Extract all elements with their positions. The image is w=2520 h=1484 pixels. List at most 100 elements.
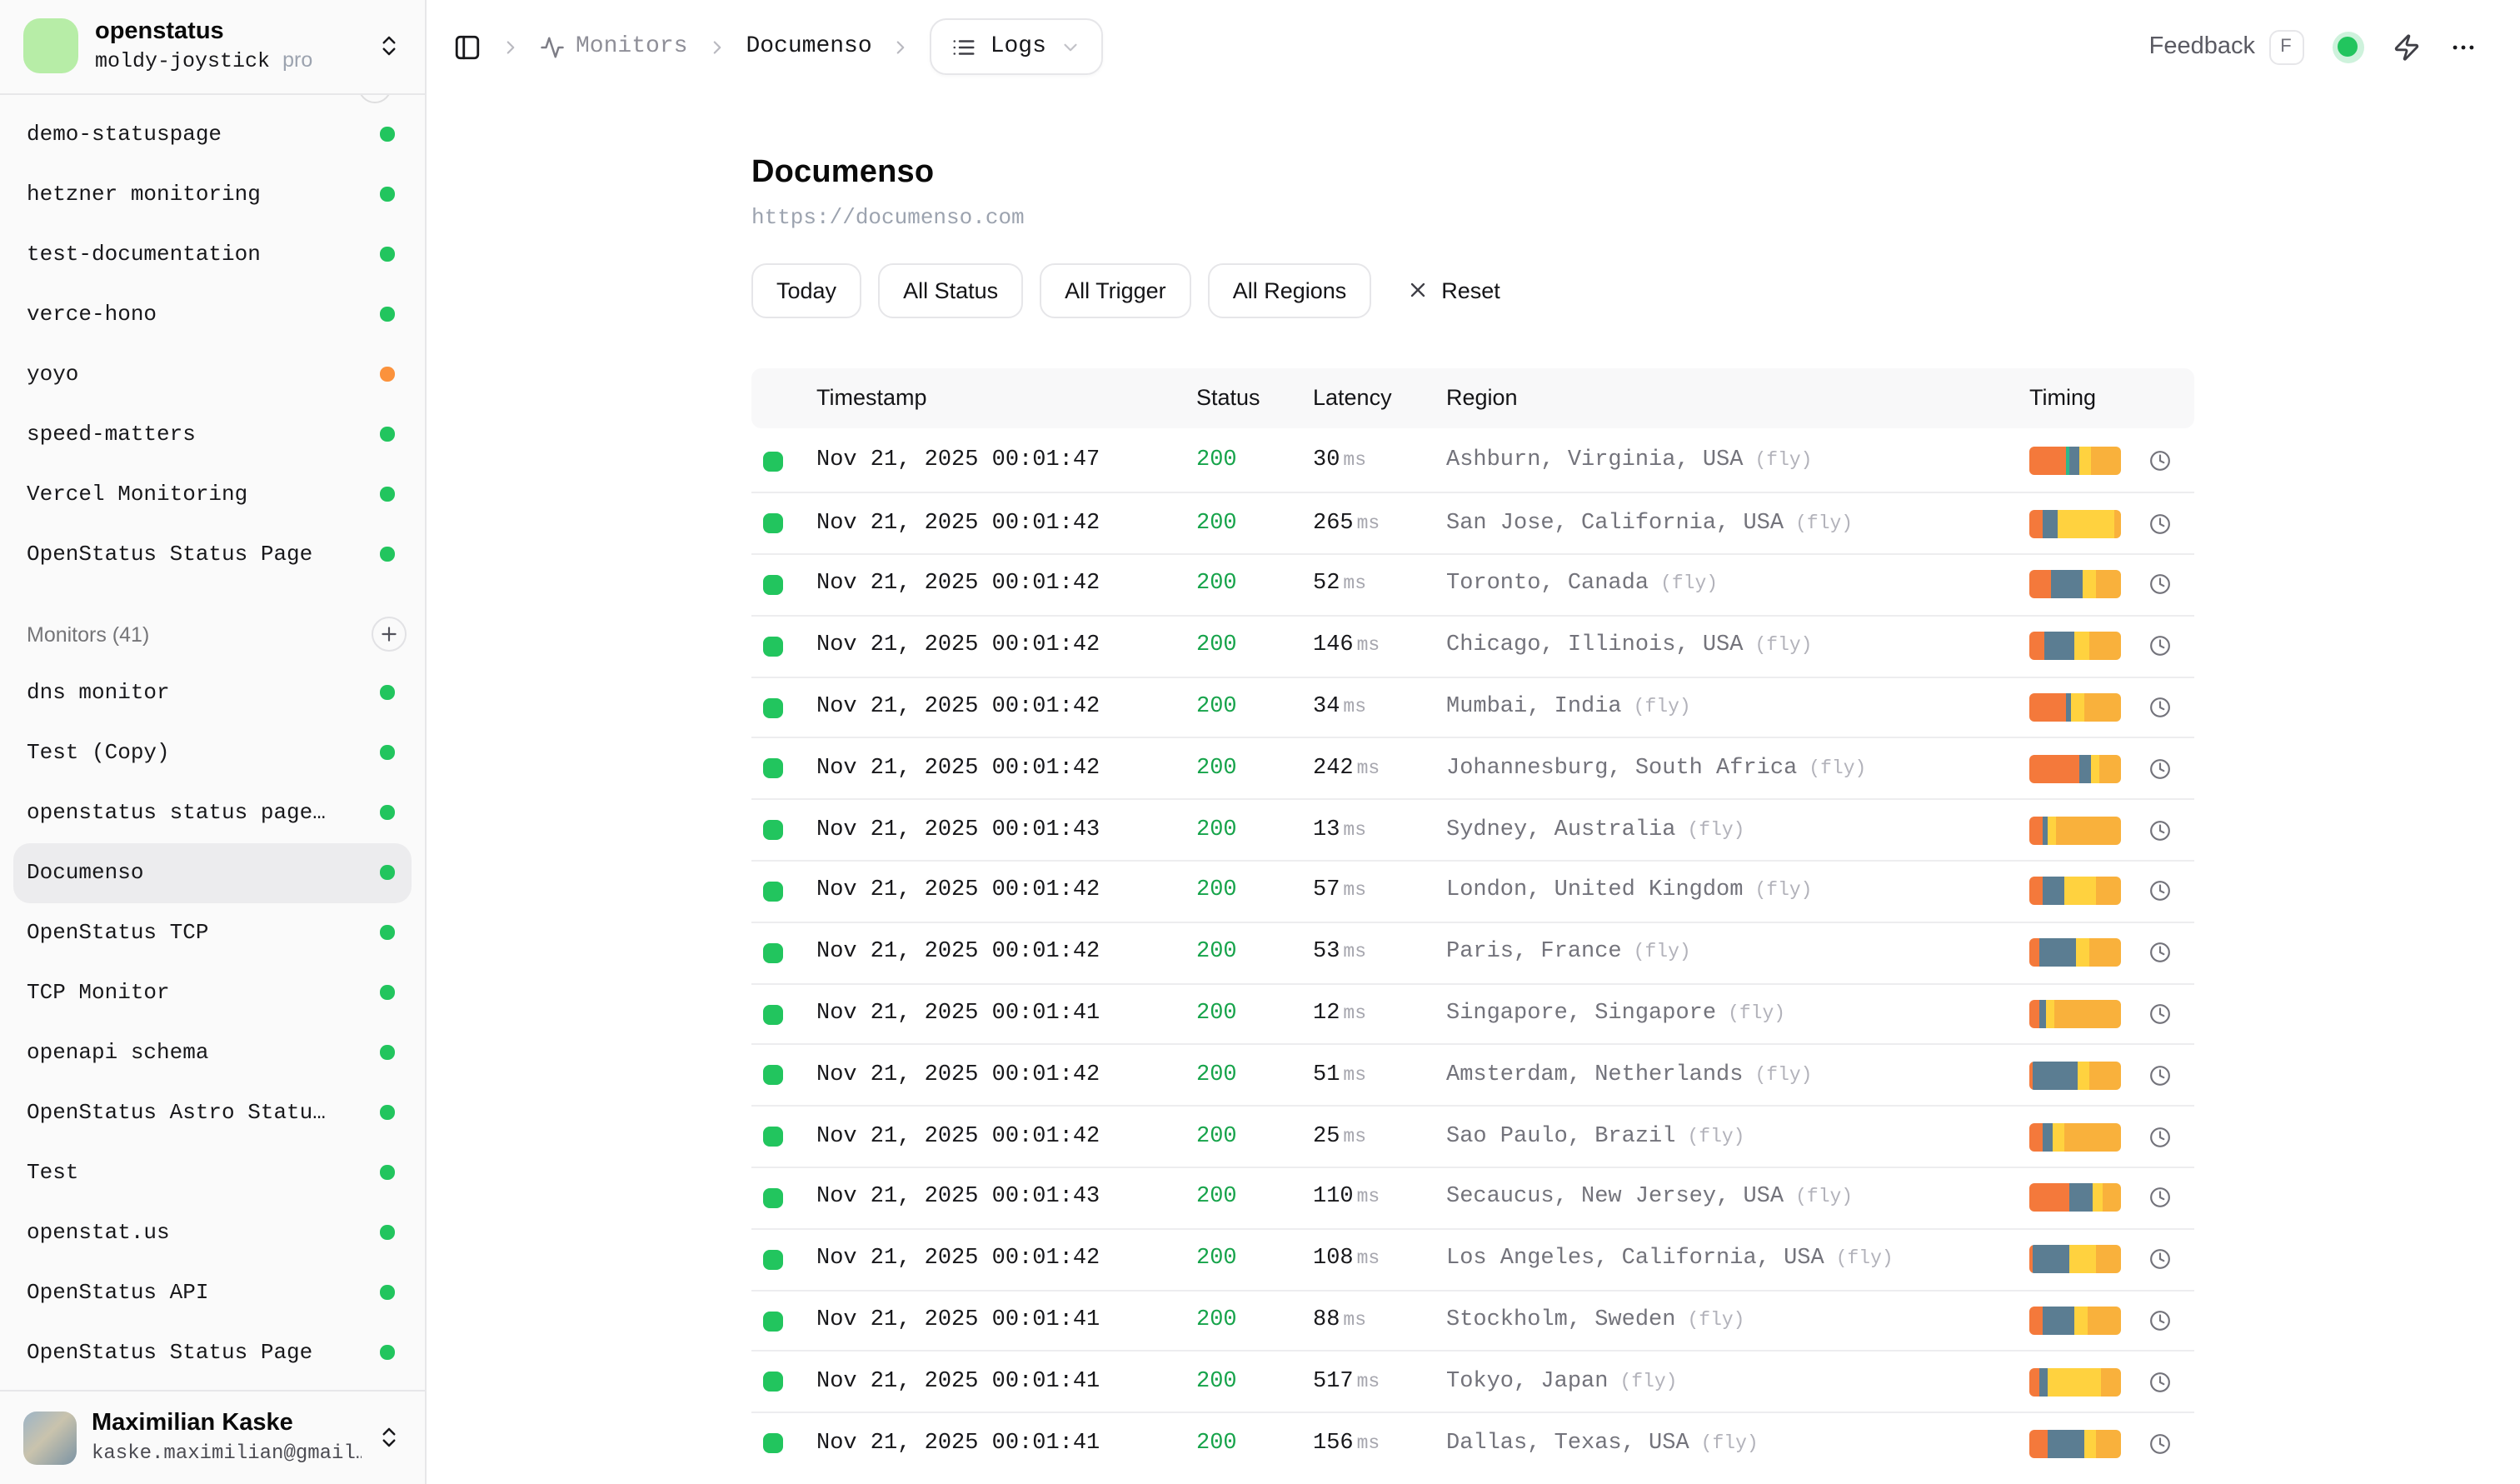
cell-status: 200 xyxy=(1196,879,1313,904)
log-row[interactable]: Nov 21, 2025 00:01:43 200 110ms Secaucus… xyxy=(751,1167,2194,1228)
clock-icon[interactable] xyxy=(2149,1432,2171,1454)
sidebar-toggle-button[interactable] xyxy=(452,33,481,62)
add-monitor-button[interactable] xyxy=(371,617,406,652)
feedback-button[interactable]: Feedback F xyxy=(2149,30,2303,65)
workspace-switcher[interactable]: openstatus moldy-joystick pro xyxy=(0,0,424,94)
clock-icon[interactable] xyxy=(2149,451,2171,472)
cell-latency: 265ms xyxy=(1313,511,1446,536)
status-dot xyxy=(380,307,394,322)
clock-icon[interactable] xyxy=(2149,758,2171,780)
log-row[interactable]: Nov 21, 2025 00:01:42 200 52ms Toronto, … xyxy=(751,553,2194,615)
cell-timestamp: Nov 21, 2025 00:01:43 xyxy=(816,1186,1196,1211)
log-row[interactable]: Nov 21, 2025 00:01:42 200 108ms Los Ange… xyxy=(751,1228,2194,1290)
status-indicator xyxy=(763,1004,783,1024)
sidebar-item-test[interactable]: Test xyxy=(13,1142,411,1202)
sidebar-item-openstatus-api[interactable]: OpenStatus API xyxy=(13,1262,411,1322)
clock-icon[interactable] xyxy=(2149,574,2171,596)
latency-unit: ms xyxy=(1357,1432,1380,1454)
sidebar-item-demo-statuspage[interactable]: demo-statuspage xyxy=(13,104,411,164)
chevrons-up-down-icon xyxy=(376,1425,401,1450)
clock-icon[interactable] xyxy=(2149,819,2171,841)
cell-timestamp: Nov 21, 2025 00:01:42 xyxy=(816,511,1196,536)
sidebar-item-yoyo[interactable]: yoyo xyxy=(13,344,411,404)
system-status-indicator[interactable] xyxy=(2332,32,2363,63)
user-avatar xyxy=(23,1411,77,1464)
log-row[interactable]: Nov 21, 2025 00:01:41 200 88ms Stockholm… xyxy=(751,1289,2194,1351)
user-menu[interactable]: Maximilian Kaske kaske.maximilian@gmail… xyxy=(0,1389,424,1484)
log-row[interactable]: Nov 21, 2025 00:01:43 200 13ms Sydney, A… xyxy=(751,799,2194,861)
ellipsis-icon xyxy=(2448,33,2477,62)
status-dot xyxy=(380,427,394,442)
region-provider: (fly) xyxy=(1809,758,1866,780)
add-status-page-button[interactable] xyxy=(358,94,392,102)
sidebar-item-openstatus-astro-statu-[interactable]: OpenStatus Astro Statu… xyxy=(13,1082,411,1142)
region-provider: (fly) xyxy=(1754,636,1812,657)
col-status: Status xyxy=(1196,385,1313,410)
quick-actions-button[interactable] xyxy=(2392,33,2420,62)
sidebar-item-hetzner-monitoring[interactable]: hetzner monitoring xyxy=(13,164,411,224)
timing-segment-tls xyxy=(2042,816,2048,844)
log-row[interactable]: Nov 21, 2025 00:01:42 200 57ms London, U… xyxy=(751,860,2194,922)
sidebar-item-test-documentation[interactable]: test-documentation xyxy=(13,224,411,284)
log-row[interactable]: Nov 21, 2025 00:01:42 200 53ms Paris, Fr… xyxy=(751,922,2194,983)
sidebar-item-openstat-us[interactable]: openstat.us xyxy=(13,1202,411,1262)
cell-timing xyxy=(2029,1046,2194,1106)
cell-timestamp: Nov 21, 2025 00:01:41 xyxy=(816,1370,1196,1395)
log-row[interactable]: Nov 21, 2025 00:01:42 200 265ms San Jose… xyxy=(751,492,2194,554)
reset-filters-button[interactable]: Reset xyxy=(1396,262,1510,317)
log-row[interactable]: Nov 21, 2025 00:01:42 200 25ms Sao Paulo… xyxy=(751,1106,2194,1167)
log-row[interactable]: Nov 21, 2025 00:01:47 200 30ms Ashburn, … xyxy=(751,431,2194,492)
clock-icon[interactable] xyxy=(2149,697,2171,718)
app: openstatus moldy-joystick pro demo-statu… xyxy=(0,0,2520,1484)
clock-icon[interactable] xyxy=(2149,1126,2171,1147)
log-row[interactable]: Nov 21, 2025 00:01:42 200 51ms Amsterdam… xyxy=(751,1044,2194,1106)
cell-latency: 108ms xyxy=(1313,1247,1446,1272)
filter-today[interactable]: Today xyxy=(751,262,861,317)
timing-bar xyxy=(2029,632,2121,661)
log-row[interactable]: Nov 21, 2025 00:01:41 200 156ms Dallas, … xyxy=(751,1412,2194,1474)
cell-status: 200 xyxy=(1196,634,1313,659)
cell-timing xyxy=(2029,1352,2194,1412)
sidebar-item-speed-matters[interactable]: speed-matters xyxy=(13,404,411,464)
log-row[interactable]: Nov 21, 2025 00:01:42 200 242ms Johannes… xyxy=(751,737,2194,799)
sidebar-item-vercel-monitoring[interactable]: Vercel Monitoring xyxy=(13,464,411,524)
clock-icon[interactable] xyxy=(2149,881,2171,902)
clock-icon[interactable] xyxy=(2149,1187,2171,1209)
clock-icon[interactable] xyxy=(2149,636,2171,657)
sidebar-item-openstatus-status-page[interactable]: OpenStatus Status Page xyxy=(13,1322,411,1382)
clock-icon[interactable] xyxy=(2149,1065,2171,1087)
log-row[interactable]: Nov 21, 2025 00:01:42 200 34ms Mumbai, I… xyxy=(751,676,2194,737)
sidebar-item-openstatus-tcp[interactable]: OpenStatus TCP xyxy=(13,902,411,962)
filter-all-trigger[interactable]: All Trigger xyxy=(1040,262,1191,317)
sidebar-item-tcp-monitor[interactable]: TCP Monitor xyxy=(13,962,411,1022)
sidebar-item-openapi-schema[interactable]: openapi schema xyxy=(13,1022,411,1082)
clock-icon[interactable] xyxy=(2149,1310,2171,1332)
sidebar-item-openstatus-status-page[interactable]: OpenStatus Status Page xyxy=(13,524,411,584)
clock-icon[interactable] xyxy=(2149,1372,2171,1393)
log-row[interactable]: Nov 21, 2025 00:01:42 200 146ms Chicago,… xyxy=(751,615,2194,677)
sidebar-item-documenso[interactable]: Documenso xyxy=(13,842,411,902)
view-selector-button[interactable]: Logs xyxy=(931,19,1103,76)
timing-bar xyxy=(2029,816,2121,844)
timing-segment-transfer xyxy=(2087,1307,2121,1335)
timing-segment-ttfb xyxy=(2075,632,2089,661)
log-row[interactable]: Nov 21, 2025 00:01:41 200 517ms Tokyo, J… xyxy=(751,1351,2194,1412)
sidebar-item-verce-hono[interactable]: verce-hono xyxy=(13,284,411,344)
clock-icon[interactable] xyxy=(2149,512,2171,534)
breadcrumb-current[interactable]: Documenso xyxy=(746,34,871,61)
cell-timing xyxy=(2029,984,2194,1044)
status-indicator xyxy=(763,1311,783,1331)
filter-all-status[interactable]: All Status xyxy=(878,262,1023,317)
sidebar-item-dns-monitor[interactable]: dns monitor xyxy=(13,662,411,722)
x-icon xyxy=(1406,278,1430,302)
more-menu-button[interactable] xyxy=(2448,33,2477,62)
sidebar-item-openstatus-status-page-[interactable]: openstatus status page… xyxy=(13,782,411,842)
clock-icon[interactable] xyxy=(2149,1249,2171,1271)
log-row[interactable]: Nov 21, 2025 00:01:41 200 12ms Singapore… xyxy=(751,982,2194,1044)
clock-icon[interactable] xyxy=(2149,942,2171,964)
cell-status: 200 xyxy=(1196,817,1313,842)
breadcrumb-monitors[interactable]: Monitors xyxy=(539,34,687,61)
clock-icon[interactable] xyxy=(2149,1003,2171,1025)
filter-all-regions[interactable]: All Regions xyxy=(1208,262,1372,317)
sidebar-item-test-copy-[interactable]: Test (Copy) xyxy=(13,722,411,782)
